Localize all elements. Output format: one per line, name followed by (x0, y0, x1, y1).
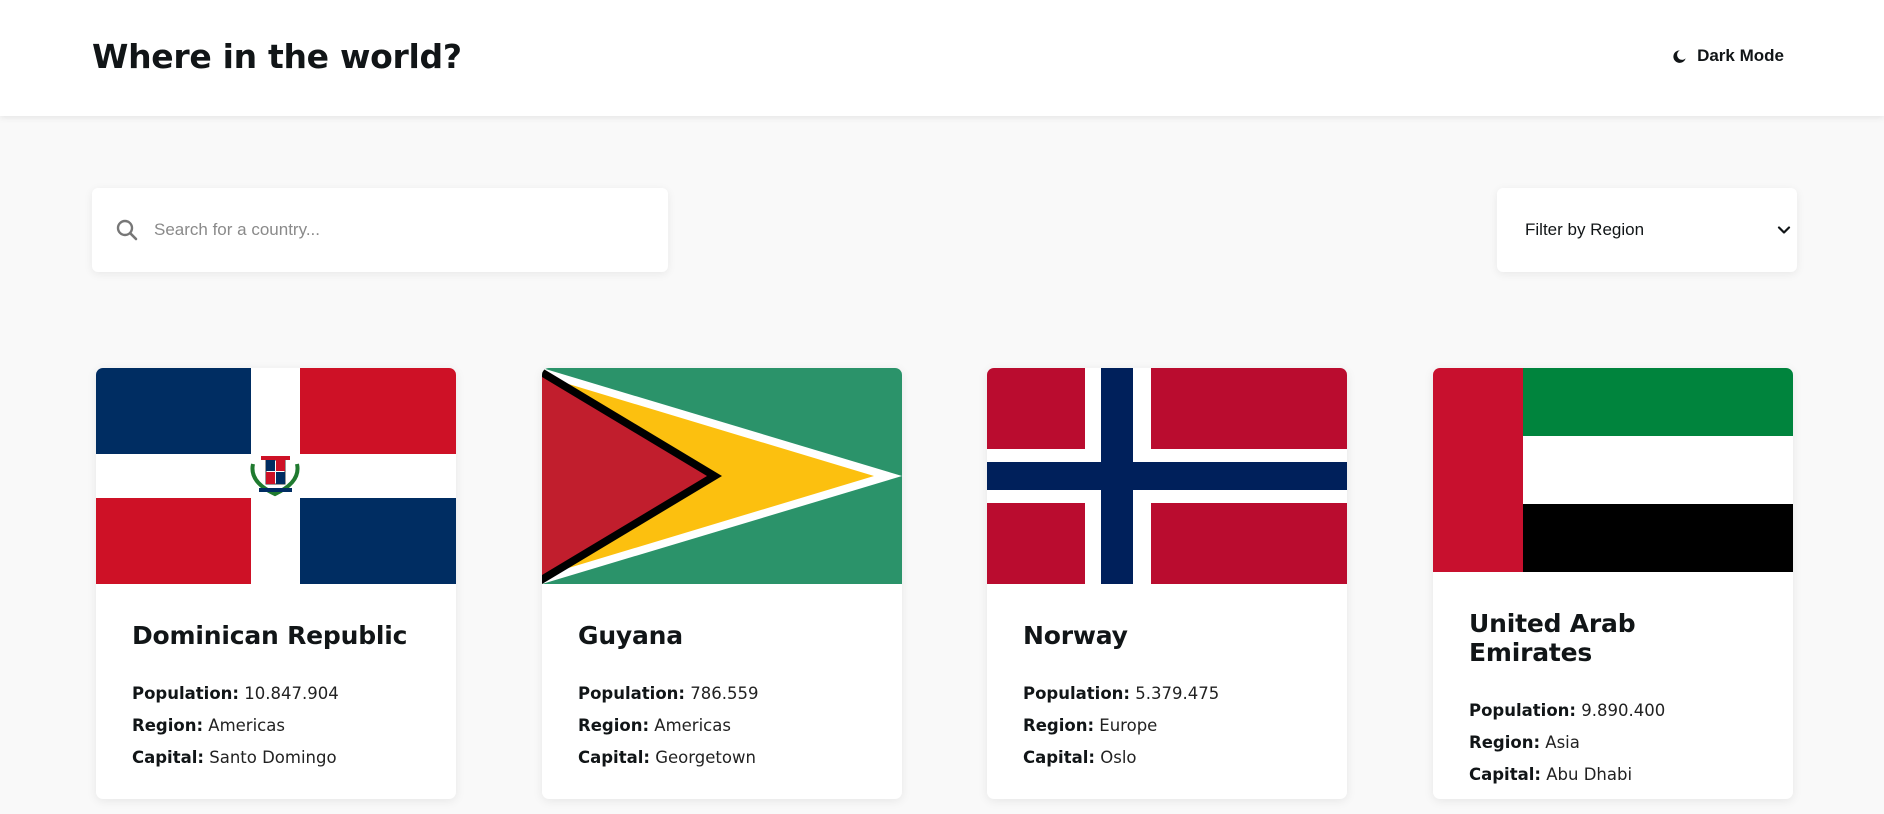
region-label: Region: (1023, 716, 1095, 735)
country-name: Guyana (578, 621, 683, 650)
search-box[interactable] (92, 188, 668, 272)
population-value: 5.379.475 (1135, 684, 1220, 703)
app-header: Where in the world? Dark Mode (0, 0, 1884, 116)
region-row: Region: Americas (132, 710, 420, 742)
region-row: Region: Americas (578, 710, 866, 742)
chevron-down-icon (1777, 223, 1791, 237)
search-icon (114, 217, 140, 243)
capital-value: Abu Dhabi (1546, 765, 1633, 784)
capital-row: Capital: Santo Domingo (132, 742, 420, 774)
population-label: Population: (1023, 684, 1131, 703)
region-label: Region: (578, 716, 650, 735)
capital-row: Capital: Georgetown (578, 742, 866, 774)
region-value: Asia (1545, 733, 1580, 752)
population-row: Population: 9.890.400 (1469, 695, 1757, 727)
population-label: Population: (578, 684, 686, 703)
population-label: Population: (1469, 701, 1577, 720)
dark-mode-toggle[interactable]: Dark Mode (1672, 46, 1784, 66)
search-input[interactable] (154, 220, 634, 240)
region-value: Europe (1099, 716, 1158, 735)
region-value: Americas (208, 716, 285, 735)
country-name: United Arab Emirates (1469, 609, 1636, 667)
capital-label: Capital: (132, 748, 204, 767)
capital-value: Santo Domingo (209, 748, 337, 767)
capital-label: Capital: (1469, 765, 1541, 784)
guyana-flag (542, 368, 902, 584)
country-card-norway[interactable]: Norway Population: 5.379.475 Region: Eur… (987, 368, 1347, 799)
norway-flag (987, 368, 1347, 584)
population-value: 9.890.400 (1581, 701, 1666, 720)
country-name: Norway (1023, 621, 1128, 650)
app-title: Where in the world? (92, 36, 462, 76)
population-row: Population: 786.559 (578, 678, 866, 710)
population-row: Population: 5.379.475 (1023, 678, 1311, 710)
capital-label: Capital: (1023, 748, 1095, 767)
capital-value: Oslo (1100, 748, 1137, 767)
country-name: Dominican Republic (132, 621, 408, 650)
population-value: 10.847.904 (244, 684, 339, 703)
moon-icon (1672, 49, 1687, 64)
dominican-republic-flag (96, 368, 456, 584)
region-row: Region: Europe (1023, 710, 1311, 742)
region-filter-label: Filter by Region (1525, 220, 1645, 239)
capital-row: Capital: Abu Dhabi (1469, 759, 1757, 791)
population-row: Population: 10.847.904 (132, 678, 420, 710)
region-row: Region: Asia (1469, 727, 1757, 759)
country-card-guyana[interactable]: Guyana Population: 786.559 Region: Ameri… (542, 368, 902, 799)
dark-mode-label: Dark Mode (1697, 46, 1784, 65)
united-arab-emirates-flag (1433, 368, 1793, 572)
region-label: Region: (1469, 733, 1541, 752)
capital-label: Capital: (578, 748, 650, 767)
region-label: Region: (132, 716, 204, 735)
country-card-dominican-republic[interactable]: Dominican Republic Population: 10.847.90… (96, 368, 456, 799)
population-value: 786.559 (690, 684, 759, 703)
population-label: Population: (132, 684, 240, 703)
capital-value: Georgetown (655, 748, 756, 767)
country-card-united-arab-emirates[interactable]: United Arab Emirates Population: 9.890.4… (1433, 368, 1793, 799)
region-filter-select[interactable]: Filter by Region (1497, 188, 1797, 272)
capital-row: Capital: Oslo (1023, 742, 1311, 774)
region-value: Americas (654, 716, 731, 735)
